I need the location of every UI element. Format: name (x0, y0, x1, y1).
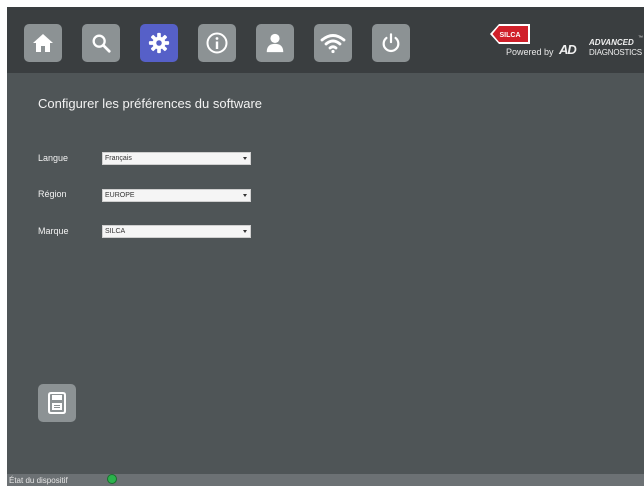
region-value: EUROPE (105, 192, 135, 199)
settings-button[interactable] (140, 24, 178, 62)
wifi-button[interactable] (314, 24, 352, 62)
brand-logos: SILCA Powered by AD ADVANCED DIAGNOSTICS… (482, 21, 643, 65)
search-button[interactable] (82, 24, 120, 62)
device-status-label: État du dispositif (9, 476, 68, 485)
ad-logo-mark: AD (559, 42, 577, 57)
search-icon (92, 34, 111, 53)
power-icon (382, 33, 400, 53)
wifi-icon (320, 34, 346, 54)
langue-select[interactable]: Français (102, 152, 251, 165)
marque-value: SILCA (105, 228, 126, 235)
region-select[interactable]: EUROPE (102, 189, 251, 202)
marque-label: Marque (38, 226, 69, 236)
langue-value: Français (105, 155, 132, 162)
advanced-text: ADVANCED (589, 38, 634, 47)
save-button[interactable] (38, 384, 76, 422)
device-status-indicator (107, 474, 117, 484)
power-button[interactable] (372, 24, 410, 62)
user-icon (266, 33, 284, 53)
chevron-down-icon (243, 194, 247, 197)
langue-label: Langue (38, 153, 69, 163)
trademark-mark: ™ (638, 35, 643, 41)
home-button[interactable] (24, 24, 62, 62)
svg-text:SILCA: SILCA (500, 32, 521, 39)
diagnostics-text: DIAGNOSTICS (589, 48, 642, 57)
top-toolbar: SILCA Powered by AD ADVANCED DIAGNOSTICS… (7, 7, 644, 73)
silca-logo: SILCA (490, 24, 530, 44)
app-window: SILCA Powered by AD ADVANCED DIAGNOSTICS… (7, 7, 644, 486)
powered-by-text: Powered by (506, 47, 554, 57)
home-icon (33, 34, 53, 52)
marque-select[interactable]: SILCA (102, 225, 251, 238)
gear-icon (148, 32, 170, 54)
status-bar: État du dispositif (7, 474, 644, 486)
user-button[interactable] (256, 24, 294, 62)
save-icon (48, 392, 66, 414)
chevron-down-icon (243, 157, 247, 160)
page-title: Configurer les préférences du software (38, 96, 263, 111)
chevron-down-icon (243, 230, 247, 233)
info-icon (206, 32, 228, 54)
info-button[interactable] (198, 24, 236, 62)
region-label: Région (38, 189, 67, 199)
